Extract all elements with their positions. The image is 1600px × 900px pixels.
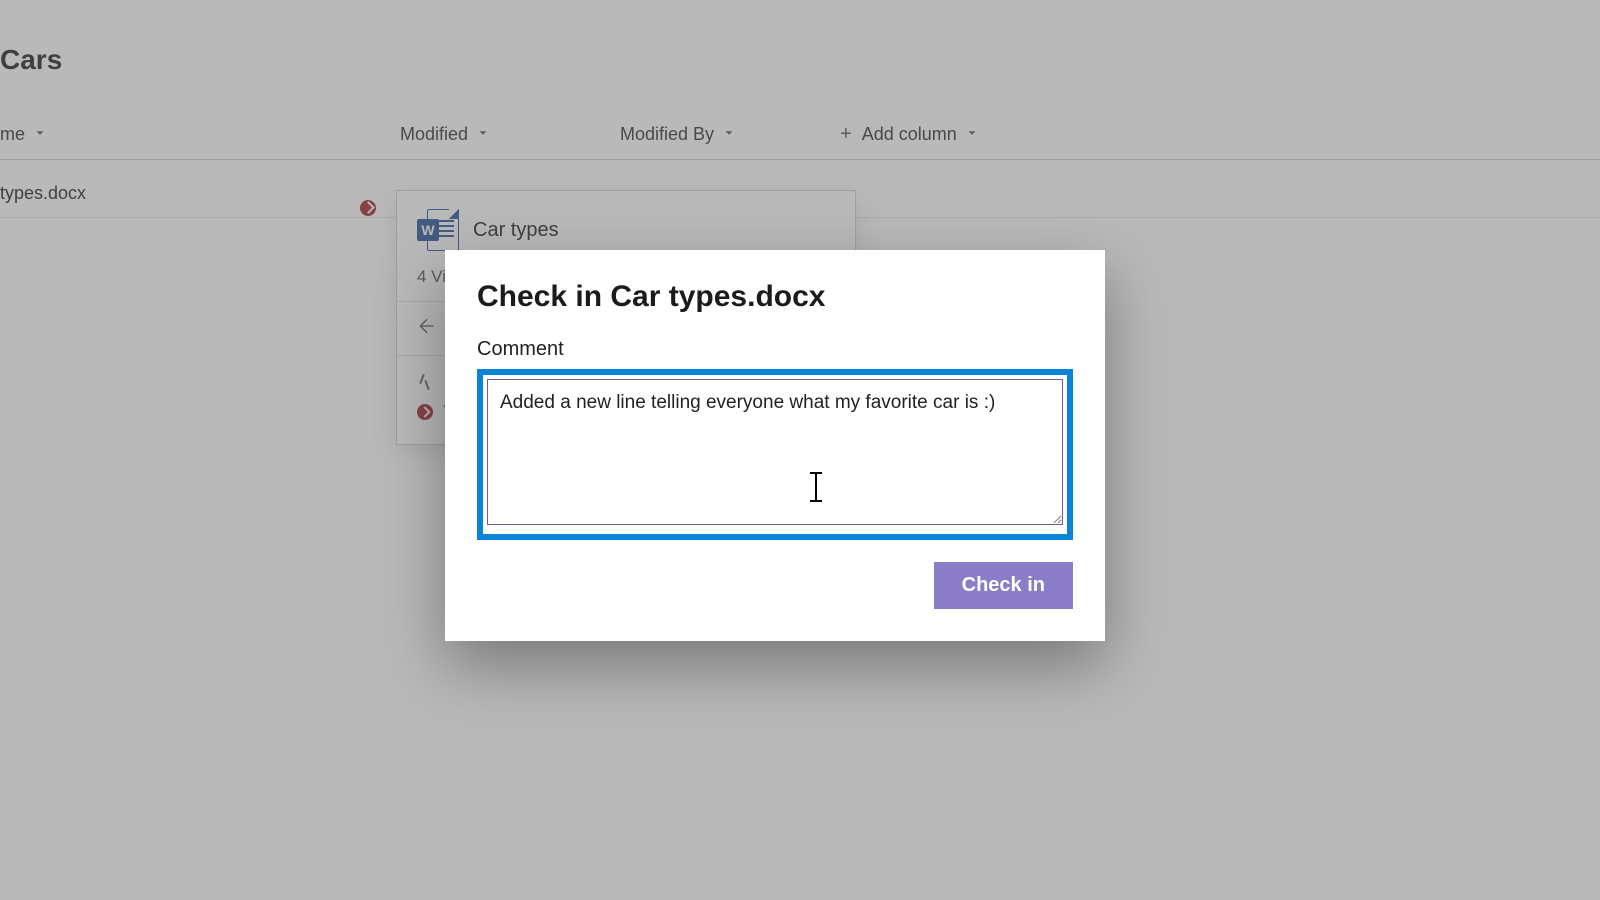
check-in-button[interactable]: Check in <box>934 562 1073 609</box>
check-in-dialog: Check in Car types.docx Comment Check in <box>445 250 1105 641</box>
comment-textarea[interactable] <box>487 379 1063 525</box>
comment-highlight-frame <box>477 369 1073 540</box>
comment-label: Comment <box>477 338 1073 361</box>
dialog-title: Check in Car types.docx <box>477 280 1073 314</box>
